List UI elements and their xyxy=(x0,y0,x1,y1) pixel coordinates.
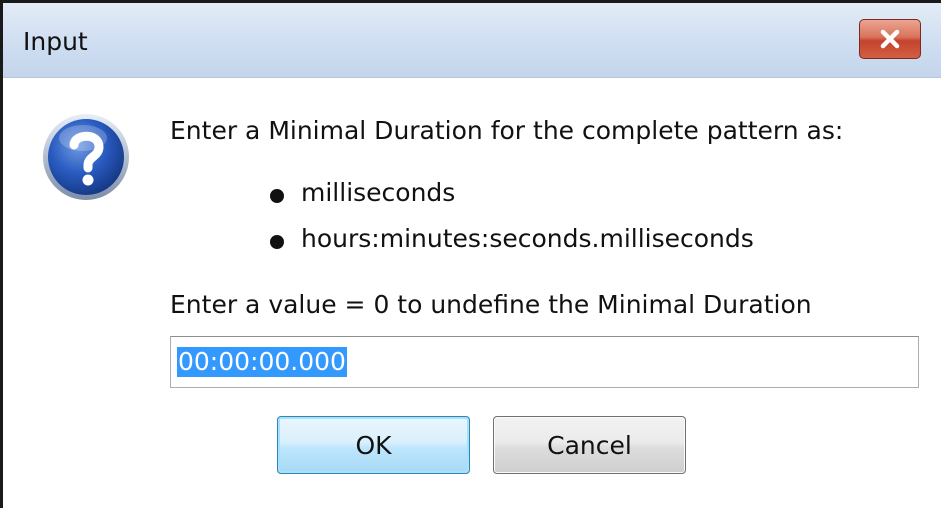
hint-text: Enter a value = 0 to undefine the Minima… xyxy=(170,290,812,319)
format-milliseconds: milliseconds xyxy=(301,178,456,207)
close-button[interactable] xyxy=(859,19,921,59)
bullet-icon xyxy=(270,235,284,249)
ok-button[interactable]: OK xyxy=(277,416,470,474)
close-icon xyxy=(880,29,900,49)
duration-input[interactable]: 00:00:00.000 xyxy=(170,336,919,388)
bullet-icon xyxy=(270,189,284,203)
cancel-button[interactable]: Cancel xyxy=(493,416,686,474)
question-icon xyxy=(43,114,129,200)
dialog-body: Enter a Minimal Duration for the complet… xyxy=(3,78,941,511)
duration-value: 00:00:00.000 xyxy=(177,347,347,377)
title-bar[interactable]: Input xyxy=(3,3,941,78)
prompt-text: Enter a Minimal Duration for the complet… xyxy=(170,116,844,145)
format-hms: hours:minutes:seconds.milliseconds xyxy=(301,224,754,253)
window-title: Input xyxy=(23,27,88,56)
input-dialog: Input Enter a Minimal Duration for the c… xyxy=(0,0,941,511)
